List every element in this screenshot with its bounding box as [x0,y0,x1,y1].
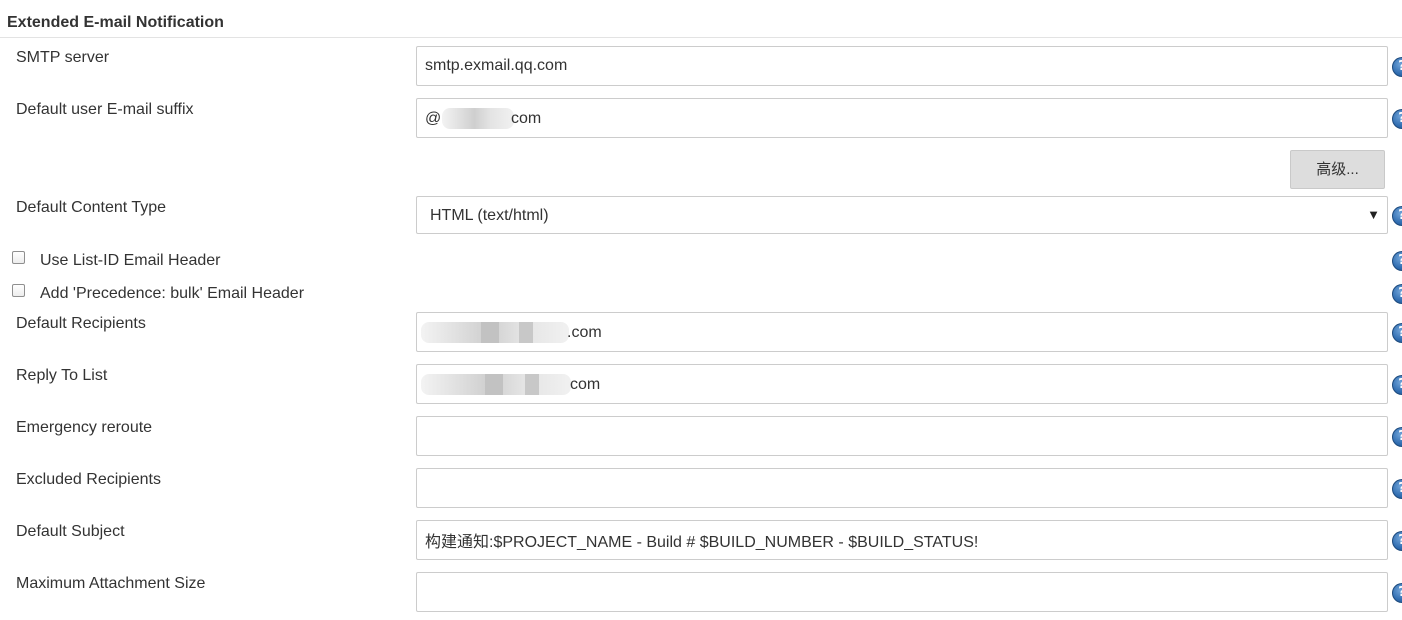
emergency-reroute-label: Emergency reroute [16,419,153,436]
content-type-help-icon[interactable]: ? [1392,206,1402,226]
default-suffix-help-icon[interactable]: ? [1392,109,1402,129]
max-attachment-label: Maximum Attachment Size [16,575,206,592]
emergency-reroute-help-icon[interactable]: ? [1392,427,1402,447]
smtp-server-help-icon[interactable]: ? [1392,57,1402,77]
advanced-button[interactable]: 高级... [1290,150,1385,189]
list-id-label: Use List-ID Email Header [40,252,221,269]
reply-to-tld: com [570,376,601,393]
redacted-recipients-blur [421,322,569,343]
redacted-domain-blur [442,108,514,129]
content-type-value: HTML (text/html) [430,207,549,224]
default-recipients-help-icon[interactable]: ? [1392,323,1402,343]
default-suffix-label: Default user E-mail suffix [16,101,194,118]
section-title: Extended E-mail Notification [7,14,224,31]
default-suffix-tld: com [511,110,542,127]
list-id-checkbox[interactable] [12,251,25,264]
smtp-server-label: SMTP server [16,49,110,66]
excluded-recipients-label: Excluded Recipients [16,471,161,488]
chevron-down-icon: ▼ [1367,207,1380,222]
default-recipients-input[interactable]: .com [416,312,1388,352]
reply-to-help-icon[interactable]: ? [1392,375,1402,395]
default-suffix-input[interactable]: @ com [416,98,1388,138]
default-recipients-label: Default Recipients [16,315,146,332]
emergency-reroute-input[interactable] [416,416,1388,456]
smtp-server-input[interactable] [416,46,1388,86]
default-suffix-at: @ [425,110,442,127]
reply-to-label: Reply To List [16,367,108,384]
section-header: Extended E-mail Notification [0,0,1402,38]
content-type-select[interactable]: HTML (text/html) ▼ [416,196,1388,234]
precedence-checkbox[interactable] [12,284,25,297]
content-type-label: Default Content Type [16,199,167,216]
excluded-recipients-input[interactable] [416,468,1388,508]
default-subject-label: Default Subject [16,523,125,540]
precedence-label: Add 'Precedence: bulk' Email Header [40,285,305,302]
max-attachment-input[interactable] [416,572,1388,612]
list-id-help-icon[interactable]: ? [1392,251,1402,271]
redacted-reply-to-blur [421,374,571,395]
reply-to-input[interactable]: com [416,364,1388,404]
max-attachment-help-icon[interactable]: ? [1392,583,1402,603]
excluded-recipients-help-icon[interactable]: ? [1392,479,1402,499]
default-subject-input[interactable] [416,520,1388,560]
default-subject-help-icon[interactable]: ? [1392,531,1402,551]
precedence-help-icon[interactable]: ? [1392,284,1402,304]
default-recipients-tld: .com [567,324,602,341]
